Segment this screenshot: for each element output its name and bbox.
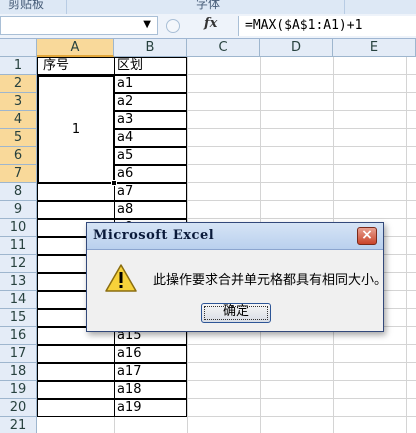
cell-a19[interactable]: [37, 381, 115, 399]
cell-a17[interactable]: [37, 345, 115, 363]
column-header-a[interactable]: A: [37, 39, 114, 57]
cell-b7[interactable]: a6: [114, 165, 187, 183]
cell-a9[interactable]: [37, 201, 115, 219]
dialog-title: Microsoft Excel: [93, 228, 215, 243]
row-header-4[interactable]: 4: [0, 111, 37, 129]
chevron-down-icon[interactable]: ▼: [143, 19, 151, 30]
dialog-title-bar[interactable]: Microsoft Excel ×: [87, 223, 383, 250]
fill-handle[interactable]: [111, 180, 117, 186]
cell-b4[interactable]: a3: [114, 111, 187, 129]
cell-a8[interactable]: [37, 183, 115, 201]
row-header-5[interactable]: 5: [0, 129, 37, 147]
cell-b9[interactable]: a8: [114, 201, 187, 219]
row-header-6[interactable]: 6: [0, 147, 37, 165]
formula-bar-buttons: [162, 17, 196, 35]
row-header-19[interactable]: 19: [0, 381, 37, 399]
cell-b18[interactable]: a17: [114, 363, 187, 381]
cell-a1-border: [37, 57, 115, 75]
row-header-16[interactable]: 16: [0, 327, 37, 345]
merged-cell-a2-a7[interactable]: 1: [37, 75, 115, 184]
row-header-13[interactable]: 13: [0, 273, 37, 291]
formula-input[interactable]: =MAX($A$1:A1)+1: [238, 16, 416, 36]
row-header-15[interactable]: 15: [0, 309, 37, 327]
row-header-9[interactable]: 9: [0, 201, 37, 219]
cell-b5[interactable]: a4: [114, 129, 187, 147]
close-button[interactable]: ×: [357, 227, 377, 245]
ribbon-group-clipboard[interactable]: 剪贴板: [8, 0, 44, 12]
insert-function-icon[interactable]: fx: [204, 16, 234, 36]
cell-a18[interactable]: [37, 363, 115, 381]
cell-b20[interactable]: a19: [114, 399, 187, 417]
ribbon-group-font[interactable]: 字体: [196, 0, 220, 12]
column-header-e[interactable]: E: [333, 39, 416, 57]
column-header-c[interactable]: C: [187, 39, 260, 57]
error-dialog: Microsoft Excel × 此操作要求合并单元格都具有相同大小。 确定: [86, 222, 388, 332]
row-header-10[interactable]: 10: [0, 219, 37, 237]
row-header-7[interactable]: 7: [0, 165, 37, 183]
ribbon-separator: [344, 0, 345, 14]
row-header-18[interactable]: 18: [0, 363, 37, 381]
cell-b3[interactable]: a2: [114, 93, 187, 111]
name-box[interactable]: ▼: [0, 16, 158, 35]
cell-b17[interactable]: a16: [114, 345, 187, 363]
select-all-corner[interactable]: [0, 39, 37, 57]
cell-b19[interactable]: a18: [114, 381, 187, 399]
row-header-14[interactable]: 14: [0, 291, 37, 309]
warning-icon: [105, 264, 137, 292]
row-header-20[interactable]: 20: [0, 399, 37, 417]
cell-b2[interactable]: a1: [114, 75, 187, 93]
dialog-message: 此操作要求合并单元格都具有相同大小。: [153, 273, 388, 288]
cell-b8[interactable]: a7: [114, 183, 187, 201]
cell-b1[interactable]: 区划: [114, 57, 187, 75]
row-header-8[interactable]: 8: [0, 183, 37, 201]
row-header-3[interactable]: 3: [0, 93, 37, 111]
row-header-11[interactable]: 11: [0, 237, 37, 255]
formula-bar: ▼ fx =MAX($A$1:A1)+1: [0, 14, 416, 39]
cell-b6[interactable]: a5: [114, 147, 187, 165]
expand-circle-icon[interactable]: [166, 19, 180, 33]
column-header-d[interactable]: D: [260, 39, 333, 57]
ribbon-separator: [66, 0, 67, 14]
row-header-12[interactable]: 12: [0, 255, 37, 273]
row-header-2[interactable]: 2: [0, 75, 37, 93]
gridline: [406, 57, 407, 433]
row-header-17[interactable]: 17: [0, 345, 37, 363]
column-header-b[interactable]: B: [114, 39, 187, 57]
cell-a20[interactable]: [37, 399, 115, 417]
ok-button[interactable]: 确定: [201, 303, 271, 323]
row-header-21[interactable]: 21: [0, 417, 37, 433]
ribbon-strip: 剪贴板 字体: [0, 0, 416, 15]
row-header-1[interactable]: 1: [0, 57, 37, 75]
